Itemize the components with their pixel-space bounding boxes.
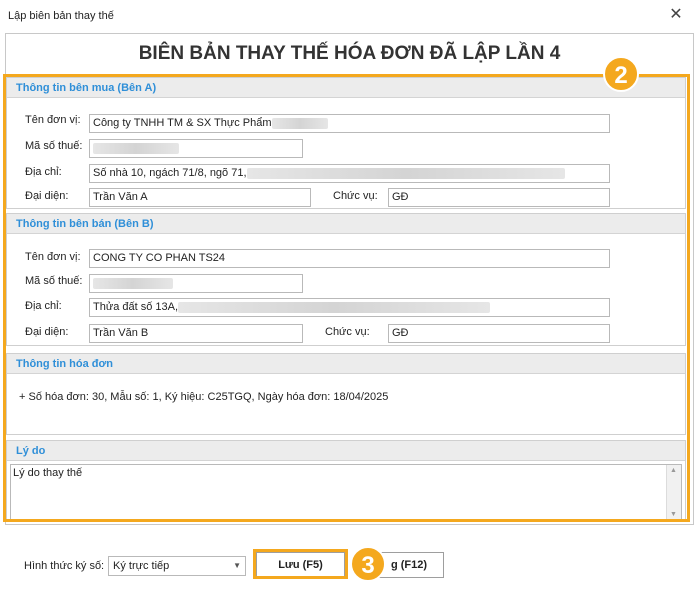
reason-scrollbar[interactable]: ▲ ▼ xyxy=(666,465,681,520)
buyer-rep-field[interactable]: Trần Văn A xyxy=(89,188,311,207)
seller-tax-label: Mã số thuế: xyxy=(25,275,83,287)
invoice-section: Thông tin hóa đơn + Số hóa đơn: 30, Mẫu … xyxy=(6,353,686,435)
buyer-unit-label: Tên đơn vị: xyxy=(25,114,81,126)
step-3-highlight xyxy=(253,549,348,579)
sign-method-select[interactable]: Ký trực tiếp ▼ xyxy=(108,556,246,576)
redacted-text xyxy=(271,117,328,129)
buyer-tax-field[interactable] xyxy=(89,139,303,158)
reason-textarea[interactable]: Lý do thay thế ▲ ▼ xyxy=(10,464,682,521)
scroll-down-icon[interactable]: ▼ xyxy=(670,511,677,518)
redacted-text xyxy=(93,277,173,289)
seller-position-field[interactable]: GĐ xyxy=(388,324,610,343)
seller-unit-label: Tên đơn vị: xyxy=(25,251,81,263)
redacted-text xyxy=(93,142,179,154)
step-2-badge: 2 xyxy=(603,56,639,92)
buyer-address-label: Địa chỉ: xyxy=(25,166,62,178)
buyer-section-title: Thông tin bên mua (Bên A) xyxy=(7,78,685,98)
seller-address-field[interactable]: Thửa đất số 13A, xyxy=(89,298,610,317)
seller-unit-field[interactable]: CONG TY CO PHAN TS24 xyxy=(89,249,610,268)
seller-section-title: Thông tin bên bán (Bên B) xyxy=(7,214,685,234)
invoice-detail: + Số hóa đơn: 30, Mẫu số: 1, Ký hiệu: C2… xyxy=(19,391,389,403)
page-title: BIÊN BẢN THAY THẾ HÓA ĐƠN ĐÃ LẬP LẦN 4 xyxy=(138,43,561,64)
close-icon[interactable]: ✕ xyxy=(667,6,685,24)
chevron-down-icon: ▼ xyxy=(233,561,241,570)
buyer-tax-label: Mã số thuế: xyxy=(25,140,83,152)
step-3-badge: 3 xyxy=(350,546,386,582)
redacted-text xyxy=(178,301,491,313)
scroll-up-icon[interactable]: ▲ xyxy=(670,467,677,474)
seller-address-value: Thửa đất số 13A, xyxy=(93,301,179,313)
window-title: Lập biên bản thay thế xyxy=(8,10,114,22)
seller-rep-label: Đại diện: xyxy=(25,326,69,338)
reason-section-title: Lý do xyxy=(7,441,685,461)
buyer-position-field[interactable]: GĐ xyxy=(388,188,610,207)
redacted-text xyxy=(246,167,565,179)
seller-tax-field[interactable] xyxy=(89,274,303,293)
buyer-address-value: Số nhà 10, ngách 71/8, ngõ 71, xyxy=(93,167,247,179)
seller-address-label: Địa chỉ: xyxy=(25,300,62,312)
buyer-address-field[interactable]: Số nhà 10, ngách 71/8, ngõ 71, xyxy=(89,164,610,183)
reason-value: Lý do thay thế xyxy=(13,467,83,479)
buyer-rep-label: Đại diện: xyxy=(25,190,69,202)
buyer-position-label: Chức vụ: xyxy=(333,190,378,202)
buyer-unit-value: Công ty TNHH TM & SX Thực Phẩm xyxy=(93,117,272,129)
sign-method-value: Ký trực tiếp xyxy=(113,560,170,572)
buyer-unit-field[interactable]: Công ty TNHH TM & SX Thực Phẩm xyxy=(89,114,610,133)
seller-rep-field[interactable]: Trần Văn B xyxy=(89,324,303,343)
reason-section: Lý do Lý do thay thế ▲ ▼ xyxy=(6,440,686,522)
seller-position-label: Chức vụ: xyxy=(325,326,370,338)
sign-method-label: Hình thức ký số: xyxy=(24,560,105,572)
title-bar: Lập biên bản thay thế ✕ xyxy=(0,0,699,32)
buyer-section: Thông tin bên mua (Bên A) Tên đơn vị: Cô… xyxy=(6,77,686,209)
seller-section: Thông tin bên bán (Bên B) Tên đơn vị: CO… xyxy=(6,213,686,346)
invoice-section-title: Thông tin hóa đơn xyxy=(7,354,685,374)
